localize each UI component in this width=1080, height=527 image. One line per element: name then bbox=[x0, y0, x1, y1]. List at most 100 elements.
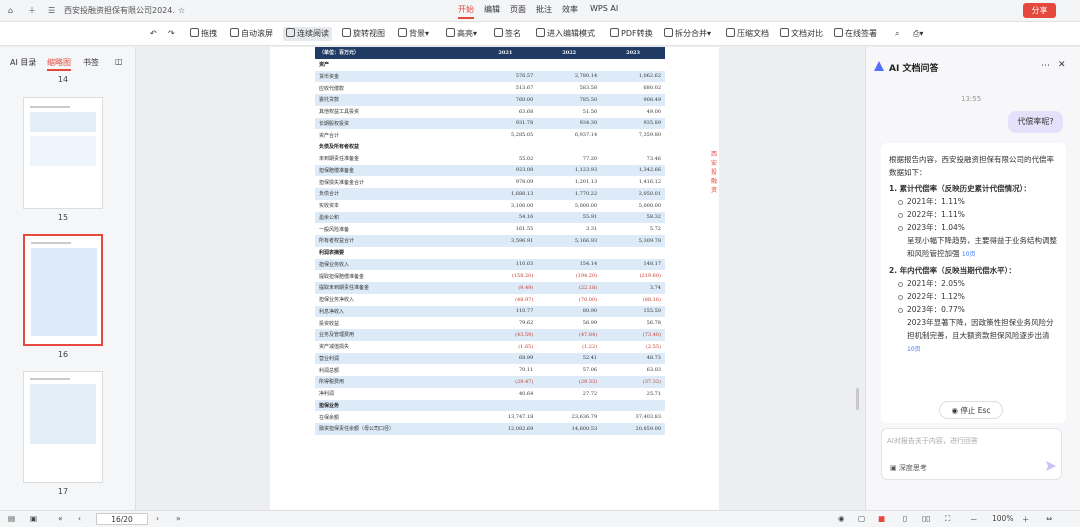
table-cell: 净利润 bbox=[319, 391, 335, 398]
thumbnail-page-15[interactable] bbox=[23, 97, 103, 209]
table-cell: 148.17 bbox=[601, 258, 665, 271]
answer-item: 2022年：1.11% bbox=[889, 208, 1058, 221]
table-row: 一般风险准备 161.55 3.31 5.72 bbox=[315, 223, 665, 235]
tab-ai-toc[interactable]: AI 目录 bbox=[10, 57, 36, 68]
panel-layout-icon[interactable]: ◫ bbox=[115, 57, 123, 66]
tool-background[interactable]: 背景▾ bbox=[398, 27, 429, 41]
thumbnail-panel: AI 目录 缩略图 书签 ◫ 14 15 16 17 bbox=[0, 47, 136, 510]
tool-compare[interactable]: 文档对比 bbox=[780, 27, 823, 41]
menu-edit[interactable]: 编辑 bbox=[484, 4, 500, 15]
tool-autoscroll[interactable]: 自动滚屏 bbox=[230, 27, 273, 41]
edit-icon bbox=[536, 28, 545, 37]
tool-pdf-convert[interactable]: PDF转换 bbox=[610, 27, 653, 41]
star-icon[interactable]: ☆ bbox=[178, 4, 185, 18]
fit-icon[interactable]: ▢ bbox=[858, 514, 865, 523]
zoom-out-icon[interactable]: － bbox=[970, 514, 978, 525]
tab-bookmarks[interactable]: 书签 bbox=[83, 57, 99, 68]
table-cell: 5,285.05 bbox=[511, 132, 534, 139]
thumbnail-page-16[interactable] bbox=[23, 234, 103, 346]
stop-button[interactable]: ◉ 停止 Esc bbox=[939, 401, 1003, 419]
table-cell: 934.30 bbox=[537, 117, 602, 130]
sidebar-toggle-icon[interactable]: ▤ bbox=[8, 514, 15, 523]
double-page-icon[interactable]: ▯▯ bbox=[922, 514, 930, 523]
vertical-scrollbar[interactable] bbox=[856, 388, 859, 410]
table-cell: 13,747.18 bbox=[507, 414, 534, 421]
table-cell: 52.41 bbox=[537, 352, 602, 365]
table-cell: 担保赔偿准备金 bbox=[315, 164, 474, 177]
more-icon[interactable]: ⋯ bbox=[1041, 61, 1050, 71]
menu-wps-ai[interactable]: WPS AI bbox=[590, 4, 618, 13]
pdf-page: （单位：百万元） 2021 2022 2023 资产 货币资金 576.57 2,780.14… bbox=[270, 47, 719, 510]
menu-annotate[interactable]: 批注 bbox=[536, 4, 552, 15]
menu-page[interactable]: 页面 bbox=[510, 4, 526, 15]
last-page-icon[interactable]: » bbox=[176, 514, 181, 523]
undo-icon[interactable]: ↶ bbox=[150, 27, 157, 41]
tool-compress[interactable]: 压缩文档 bbox=[726, 27, 769, 41]
zoom-in-icon[interactable]: ＋ bbox=[1022, 514, 1030, 525]
table-row: 利润总额 70.11 57.06 63.03 bbox=[315, 364, 665, 376]
table-cell: 25.71 bbox=[646, 390, 661, 397]
tool-continuous[interactable]: 连续阅读 bbox=[283, 27, 332, 41]
menu-icon[interactable]: ☰ bbox=[48, 4, 55, 18]
fullscreen-icon[interactable]: ⛶ bbox=[945, 514, 950, 524]
tool-online-sign[interactable]: 在线签署 bbox=[834, 27, 877, 41]
redo-icon[interactable]: ↷ bbox=[168, 27, 175, 41]
share-button[interactable]: 分享 bbox=[1023, 3, 1056, 18]
table-cell: 40.64 bbox=[518, 390, 534, 397]
table-cell: 5,000.00 bbox=[638, 202, 661, 209]
page-number-field[interactable]: 16/20 bbox=[96, 513, 148, 525]
table-cell: 所得税费用 bbox=[315, 376, 474, 388]
table-cell: 5,309.78 bbox=[601, 235, 665, 247]
prev-page-icon[interactable]: ‹ bbox=[78, 514, 81, 523]
table-section-row: 资产 bbox=[315, 58, 665, 71]
menu-efficiency[interactable]: 效率 bbox=[562, 4, 578, 15]
view-icon[interactable]: ▣ bbox=[30, 514, 37, 523]
fit-width-icon[interactable]: ⇔ bbox=[1046, 514, 1052, 523]
page-number-14: 14 bbox=[57, 75, 69, 84]
thumbnail-page-17[interactable] bbox=[23, 371, 103, 483]
table-cell: 负债及所有者权益 bbox=[315, 141, 474, 153]
table-row: 业务及管理费用 (43.59) (47.84) (73.40) bbox=[315, 329, 665, 341]
tool-drag[interactable]: 拖拽 bbox=[190, 27, 217, 41]
table-cell: 908.49 bbox=[601, 94, 665, 106]
citation-link[interactable]: 10页 bbox=[962, 251, 976, 258]
ai-logo-icon bbox=[874, 61, 884, 71]
tool-edit-mode[interactable]: 进入编辑模式 bbox=[536, 27, 595, 41]
table-cell: 一般风险准备 bbox=[319, 226, 350, 233]
table-cell: 2,050.01 bbox=[601, 188, 665, 200]
menu-start[interactable]: 开始 bbox=[458, 4, 474, 19]
table-cell bbox=[601, 141, 665, 153]
question-input[interactable]: AI对报告关于内容，进行回答 ▣ 深度思考 bbox=[881, 428, 1062, 480]
close-icon[interactable]: ✕ bbox=[1058, 60, 1066, 70]
tool-highlight[interactable]: 高亮▾ bbox=[446, 27, 477, 41]
tool-rotate[interactable]: 旋转视图 bbox=[342, 27, 385, 41]
table-cell: 1,201.13 bbox=[574, 179, 598, 186]
table-cell bbox=[473, 141, 538, 153]
table-cell: 1,342.66 bbox=[601, 164, 665, 177]
new-tab-icon[interactable]: ＋ bbox=[28, 4, 36, 18]
ai-answer: 根据报告内容，西安投融资担保有限公司的代偿率数据如下： 1. 累计代偿率（反映历… bbox=[881, 143, 1066, 423]
search-icon[interactable]: ⌕ bbox=[895, 27, 899, 41]
table-cell: 923.08 bbox=[473, 164, 538, 177]
reading-mode-icon[interactable]: ■ bbox=[878, 514, 885, 523]
tool-sign[interactable]: 签名 bbox=[494, 27, 521, 41]
answer-section-1-title: 1. 累计代偿率（反映历史累计代偿情况）： bbox=[889, 184, 1031, 193]
single-page-icon[interactable]: ▯ bbox=[903, 514, 907, 523]
tab-thumbnails[interactable]: 缩略图 bbox=[47, 57, 71, 71]
first-page-icon[interactable]: « bbox=[58, 514, 63, 523]
next-page-icon[interactable]: › bbox=[156, 514, 159, 523]
table-row: 负债合计 1,688.13 1,770.22 2,050.01 bbox=[315, 188, 665, 200]
home-icon[interactable]: ⌂ bbox=[8, 4, 13, 18]
document-tab[interactable]: 西安投融资担保有限公司2024... bbox=[64, 4, 174, 18]
table-row: 实收资本 3,100.00 5,000.00 5,000.00 bbox=[315, 200, 665, 212]
send-icon[interactable] bbox=[1046, 461, 1056, 471]
document-view[interactable]: （单位：百万元） 2021 2022 2023 资产 货币资金 576.57 2,780.14… bbox=[137, 47, 860, 510]
citation-link[interactable]: 10页 bbox=[907, 346, 921, 353]
deep-think-toggle[interactable]: ▣ 深度思考 bbox=[890, 463, 927, 473]
zoom-level[interactable]: 100% bbox=[992, 514, 1013, 523]
table-cell: (43.59) bbox=[473, 329, 538, 341]
tool-split-merge[interactable]: 拆分合并▾ bbox=[664, 27, 711, 41]
print-icon[interactable]: ⎙▾ bbox=[913, 27, 923, 41]
eye-icon[interactable]: ◉ bbox=[838, 514, 845, 523]
table-cell bbox=[537, 246, 602, 259]
